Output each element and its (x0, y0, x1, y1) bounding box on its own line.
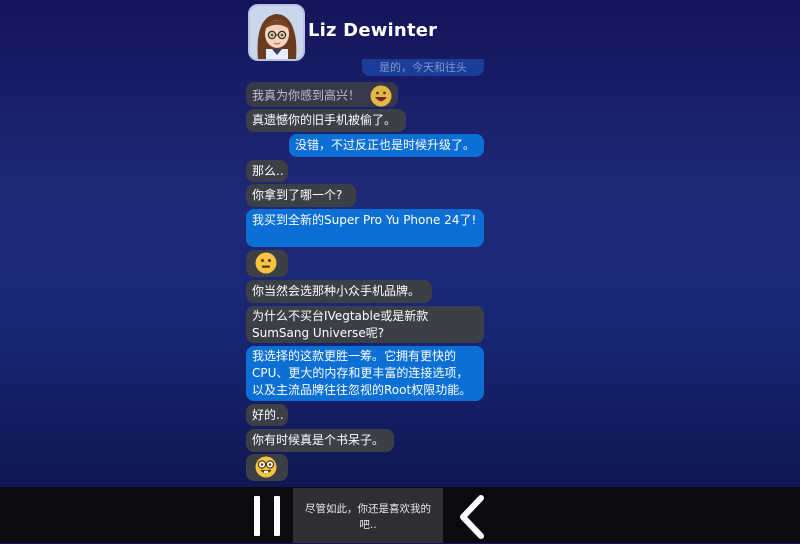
message-bubble: 你拿到了哪一个? (246, 184, 356, 207)
avatar-portrait-icon (250, 6, 303, 59)
message-bubble (246, 250, 288, 277)
pause-icon (254, 496, 260, 536)
message-bubble: 好的.. (246, 404, 288, 426)
chevron-left-icon (460, 495, 484, 539)
message-text: 我选择的这款更胜一筹。它拥有更快的CPU、更大的内存和更丰富的连接选项，以及主流… (252, 349, 472, 397)
message-bubble: 没错，不过反正也是时候升级了。 (289, 134, 484, 157)
contact-avatar (248, 4, 305, 61)
message-text: 那么.. (252, 164, 284, 178)
message-text: 我真为你感到高兴！ (252, 88, 361, 103)
message-bubble: 你当然会选那种小众手机品牌。 (246, 280, 432, 303)
message-bubble: 我买到全新的Super Pro Yu Phone 24了! (246, 209, 484, 247)
message-bubble: 你有时候真是个书呆子。 (246, 429, 394, 452)
nerd-emoji-icon (255, 456, 277, 478)
previous-message-faded: 是的，今天和往头 (362, 59, 484, 76)
message-bubble: 真遗憾你的旧手机被偷了。 (246, 109, 406, 132)
surprised-emoji-icon (255, 252, 277, 274)
dialogue-choice-button[interactable]: 尽管如此，你还是喜欢我的吧.. (293, 488, 443, 543)
message-text: 没错，不过反正也是时候升级了。 (295, 138, 476, 152)
message-text: 你有时候真是个书呆子。 (252, 433, 385, 447)
message-text: 我买到全新的Super Pro Yu Phone 24了! (252, 213, 477, 227)
contact-name: Liz Dewinter (308, 20, 438, 41)
pause-button[interactable] (247, 496, 287, 538)
message-bubble: 我选择的这款更胜一筹。它拥有更快的CPU、更大的内存和更丰富的连接选项，以及主流… (246, 346, 484, 401)
dialogue-choice-text: 尽管如此，你还是喜欢我的吧.. (305, 503, 431, 531)
message-text: 真遗憾你的旧手机被偷了。 (252, 113, 397, 127)
message-text: 为什么不买台IVegtable或是新款SumSang Universe呢? (252, 309, 429, 340)
message-bubble: 我真为你感到高兴！ (246, 82, 398, 107)
message-bubble (246, 454, 288, 481)
grin-emoji-icon (370, 85, 392, 107)
message-bubble: 为什么不买台IVegtable或是新款SumSang Universe呢? (246, 306, 484, 343)
message-text: 你拿到了哪一个? (252, 188, 343, 202)
back-button[interactable] (455, 494, 491, 540)
pause-icon (274, 496, 280, 536)
message-text: 你当然会选那种小众手机品牌。 (252, 284, 421, 298)
message-bubble: 那么.. (246, 160, 288, 182)
message-text: 好的.. (252, 408, 284, 422)
